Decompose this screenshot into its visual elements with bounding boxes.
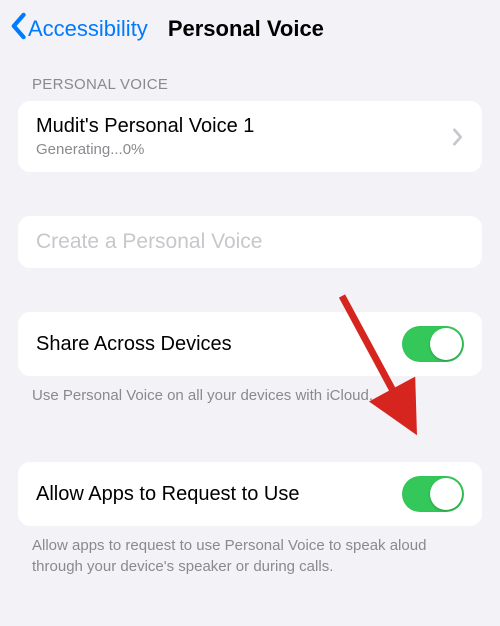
- back-button[interactable]: Accessibility: [8, 12, 148, 46]
- page-title: Personal Voice: [168, 16, 324, 42]
- allow-label: Allow Apps to Request to Use: [36, 483, 299, 506]
- chevron-right-icon: [452, 128, 464, 146]
- allow-apps-row: Allow Apps to Request to Use: [18, 462, 482, 526]
- voice-item[interactable]: Mudit's Personal Voice 1 Generating...0%: [18, 101, 482, 172]
- chevron-left-icon: [8, 12, 28, 46]
- share-group: Share Across Devices: [18, 312, 482, 376]
- voice-item-title: Mudit's Personal Voice 1: [36, 115, 254, 138]
- create-voice-group: Create a Personal Voice: [18, 216, 482, 268]
- allow-footer: Allow apps to request to use Personal Vo…: [0, 526, 500, 577]
- create-voice-label: Create a Personal Voice: [36, 230, 262, 254]
- share-across-devices-row: Share Across Devices: [18, 312, 482, 376]
- allow-toggle[interactable]: [402, 476, 464, 512]
- share-footer: Use Personal Voice on all your devices w…: [0, 376, 500, 406]
- voice-item-subtitle: Generating...0%: [36, 141, 254, 158]
- share-label: Share Across Devices: [36, 333, 232, 356]
- share-toggle[interactable]: [402, 326, 464, 362]
- voices-group: Mudit's Personal Voice 1 Generating...0%: [18, 101, 482, 172]
- toggle-knob: [430, 328, 462, 360]
- section-header-voices: PERSONAL VOICE: [0, 70, 500, 101]
- navbar: Accessibility Personal Voice: [0, 0, 500, 70]
- back-label: Accessibility: [28, 16, 148, 42]
- create-voice-button[interactable]: Create a Personal Voice: [18, 216, 482, 268]
- toggle-knob: [430, 478, 462, 510]
- allow-group: Allow Apps to Request to Use: [18, 462, 482, 526]
